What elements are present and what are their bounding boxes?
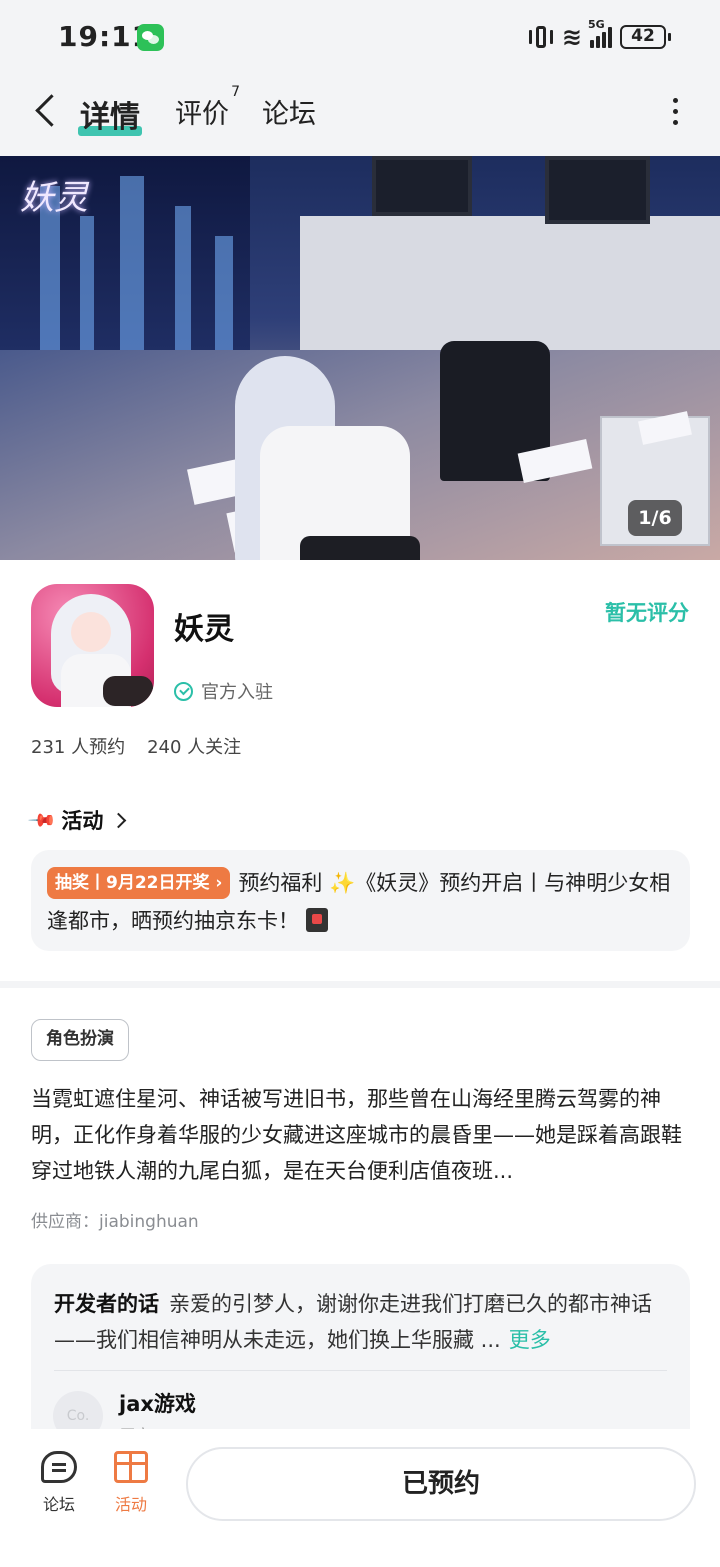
supplier-text: 供应商：jiabinghuan bbox=[31, 1212, 199, 1232]
app-icon bbox=[31, 584, 154, 707]
back-arrow-icon[interactable] bbox=[32, 90, 66, 134]
game-logo: 妖灵 bbox=[20, 178, 88, 218]
tab-forum-label: 论坛 bbox=[262, 99, 316, 130]
status-icons: ≋ 5G 42 bbox=[528, 18, 671, 52]
review-count-badge: 7 bbox=[231, 84, 240, 100]
section-divider bbox=[0, 981, 720, 988]
wechat-icon bbox=[137, 24, 164, 51]
game-description[interactable]: 当霓虹遮住星河、神话被写进旧书，那些曾在山海经里腾云驾雾的神明，正化作身着华服的… bbox=[31, 1081, 691, 1191]
wifi-icon: ≋ bbox=[561, 23, 582, 51]
activity-heading: 活动 bbox=[61, 809, 104, 833]
gift-icon bbox=[114, 1451, 148, 1483]
tab-detail-label: 详情 bbox=[80, 100, 140, 135]
developer-name[interactable]: jax游戏 bbox=[119, 1388, 196, 1418]
more-link[interactable]: 更多 bbox=[509, 1328, 551, 1352]
sparkle-icon: ✨ bbox=[329, 871, 356, 895]
rating-text: 暂无评分 bbox=[605, 601, 689, 625]
character-skirt bbox=[300, 536, 420, 560]
status-bar: 19:11 ≋ 5G 42 bbox=[0, 0, 720, 72]
official-label: 官方入驻 bbox=[201, 682, 273, 703]
bottom-bar: 论坛 活动 已预约 bbox=[0, 1429, 720, 1567]
image-counter: 1/6 bbox=[628, 500, 682, 536]
top-nav: 详情 评价 7 论坛 bbox=[0, 72, 720, 156]
developer-note-label: 开发者的话 bbox=[54, 1292, 159, 1316]
battery-icon: 42 bbox=[620, 25, 671, 49]
tab-detail[interactable]: 详情 bbox=[78, 92, 142, 136]
chevron-right-icon bbox=[111, 812, 127, 828]
developer-note: 开发者的话 亲爱的引梦人，谢谢你走进我们打磨已久的都市神话——我们相信神明从未走远… bbox=[54, 1286, 666, 1358]
monitor bbox=[372, 156, 472, 216]
screenshot-carousel[interactable]: 妖灵 1/6 bbox=[0, 156, 720, 560]
reservation-count: 231 人预约 bbox=[31, 737, 126, 758]
network-type: 5G bbox=[588, 18, 605, 31]
chat-bubble-icon bbox=[41, 1451, 77, 1483]
reserved-button[interactable]: 已预约 bbox=[186, 1447, 696, 1521]
follower-count: 240 人关注 bbox=[147, 737, 242, 758]
more-options-icon[interactable] bbox=[670, 98, 680, 128]
lottery-badge: 抽奖丨9月22日开奖 › bbox=[47, 867, 231, 899]
bottom-forum-label: 论坛 bbox=[42, 1495, 75, 1514]
tab-forum[interactable]: 论坛 bbox=[262, 92, 316, 131]
lottery-badge-label: 抽奖丨9月22日开奖 bbox=[55, 873, 210, 893]
developer-card: 开发者的话 亲爱的引梦人，谢谢你走进我们打磨已久的都市神话——我们相信神明从未走远… bbox=[31, 1264, 690, 1454]
bottom-activity-label: 活动 bbox=[114, 1495, 147, 1514]
vibrate-icon bbox=[528, 24, 554, 50]
pin-icon: 📌 bbox=[26, 804, 58, 836]
check-circle-icon bbox=[174, 681, 193, 701]
app-stats: 231 人预约 240 人关注 bbox=[31, 733, 241, 759]
genre-tag[interactable]: 角色扮演 bbox=[31, 1019, 129, 1061]
signal-icon: 5G bbox=[588, 18, 612, 48]
bottom-activity-button[interactable]: 活动 bbox=[101, 1451, 161, 1515]
official-badge: 官方入驻 bbox=[174, 678, 273, 704]
activity-title: 预约福利 bbox=[238, 871, 323, 895]
divider bbox=[54, 1370, 667, 1371]
tab-review-label: 评价 bbox=[175, 99, 229, 130]
activity-header[interactable]: 📌 活动 bbox=[27, 805, 127, 835]
tab-review[interactable]: 评价 7 bbox=[175, 84, 240, 131]
app-name: 妖灵 bbox=[174, 612, 234, 647]
monitor bbox=[545, 156, 650, 224]
card-emoji-icon bbox=[305, 908, 328, 932]
activity-card[interactable]: 抽奖丨9月22日开奖 › 预约福利 ✨《妖灵》预约开启丨与神明少女相逢都市，晒预约… bbox=[31, 850, 690, 951]
bottom-forum-button[interactable]: 论坛 bbox=[29, 1451, 89, 1515]
